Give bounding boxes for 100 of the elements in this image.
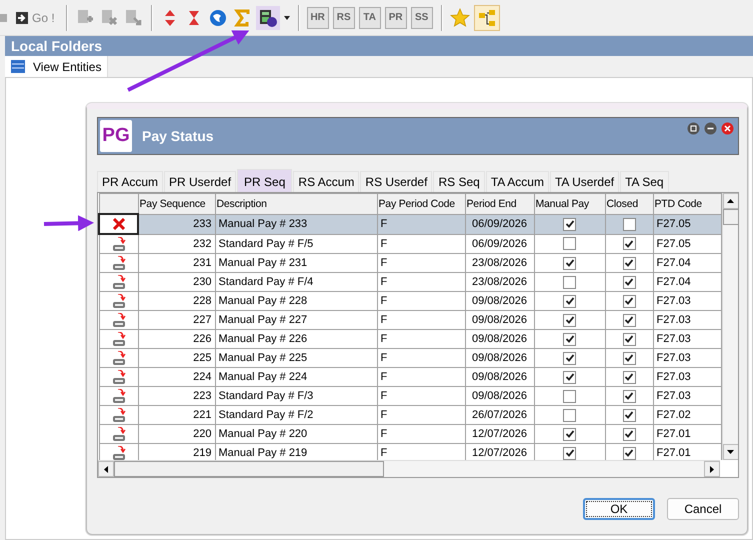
table-cell: 224 [138,368,215,386]
hierarchy-button[interactable] [474,4,500,30]
table-cell: 09/08/2026 [465,348,534,368]
table-cell: F27.03 [653,330,721,348]
row-indicator[interactable] [99,214,138,234]
tab[interactable]: TA Seq [620,171,669,192]
table-cell: F [377,234,465,254]
table-cell: 225 [138,348,215,368]
table-cell: F [377,214,465,234]
checkbox[interactable] [563,428,576,440]
table-cell: F [377,272,465,292]
scroll-left-icon[interactable] [104,466,108,472]
checkbox[interactable] [563,390,576,402]
column-header[interactable]: Period End [465,194,534,214]
checkbox[interactable] [563,218,576,230]
table-cell: F [377,292,465,310]
table-cell: F27.03 [653,368,721,386]
table-cell: 233 [138,214,215,234]
tab[interactable]: RS Userdef [360,171,432,192]
table-cell: 12/07/2026 [465,424,534,444]
checkbox[interactable] [622,332,636,346]
column-header[interactable]: PTD Code [653,194,721,214]
tab[interactable]: TA Accum [486,171,549,192]
checkbox[interactable] [563,352,576,364]
checkbox[interactable] [563,237,576,250]
checkbox[interactable] [622,352,636,364]
table-cell: 09/08/2026 [465,368,534,386]
checkbox[interactable] [622,428,636,440]
checkbox[interactable] [622,314,636,326]
checkbox[interactable] [622,408,636,422]
checkbox[interactable] [563,276,576,288]
table-cell: Manual Pay # 228 [215,292,377,310]
checkbox[interactable] [563,332,576,346]
globe-icon[interactable] [208,8,228,28]
column-header[interactable]: Closed [605,194,653,214]
table-cell: 232 [138,234,215,254]
restore-icon[interactable] [687,122,700,135]
checkbox[interactable] [622,390,636,402]
column-header[interactable]: Description [215,194,377,214]
table-cell: 09/08/2026 [465,386,534,406]
checkbox[interactable] [622,446,636,460]
checkbox[interactable] [622,218,636,230]
dropdown-caret-icon[interactable] [284,16,290,20]
table-cell: F27.04 [653,272,721,292]
dialog-title: Pay Status [142,128,215,144]
scroll-up-icon[interactable] [727,199,734,203]
row-indicator[interactable] [99,234,138,254]
checkbox[interactable] [563,446,576,460]
column-header[interactable]: Pay Period Code [377,194,465,214]
checkbox[interactable] [622,370,636,384]
table-cell: F27.02 [653,406,721,424]
scroll-down-icon[interactable] [727,450,734,454]
tab[interactable]: PR Accum [97,171,164,192]
table-cell: 09/08/2026 [465,292,534,310]
view-entities-tab[interactable]: View Entities [5,56,108,77]
column-header[interactable]: Pay Sequence [138,194,215,214]
column-header[interactable]: Manual Pay [534,194,605,214]
table-cell: 23/08/2026 [465,272,534,292]
checkbox[interactable] [563,370,576,384]
checkbox[interactable] [563,256,576,270]
table-cell: F [377,368,465,386]
annotation-arrow [44,215,94,232]
table-cell: F27.01 [653,424,721,444]
calculator-help-button[interactable] [256,6,280,30]
table-cell: 221 [138,406,215,424]
checkbox[interactable] [622,294,636,308]
checkbox[interactable] [622,256,636,270]
tab[interactable]: TA Userdef [550,171,620,192]
scroll-thumb[interactable] [114,461,384,477]
table-cell: Standard Pay # F/2 [215,406,377,424]
minimize-icon[interactable] [704,122,717,135]
table-cell: Standard Pay # F/5 [215,234,377,254]
table-cell: F27.03 [653,310,721,330]
cancel-button[interactable]: Cancel [667,498,739,520]
checkbox[interactable] [563,314,576,326]
tab[interactable]: PR Userdef [164,171,236,192]
table-cell: 226 [138,330,215,348]
scroll-thumb[interactable] [722,209,738,225]
star-icon[interactable] [450,8,470,28]
scroll-right-icon[interactable] [710,466,714,472]
table-cell: F27.05 [653,234,721,254]
table-cell: F [377,406,465,424]
table-cell: F [377,310,465,330]
table-cell: Manual Pay # 227 [215,310,377,330]
table-cell: 26/07/2026 [465,406,534,424]
checkbox[interactable] [563,294,576,308]
table-cell: 23/08/2026 [465,254,534,272]
table-cell: 09/08/2026 [465,330,534,348]
checkbox[interactable] [563,408,576,422]
ok-button[interactable]: OK [583,498,655,520]
checkbox[interactable] [622,276,636,288]
vertical-scrollbar[interactable] [722,193,738,460]
checkbox[interactable] [622,237,636,250]
tab[interactable]: PR Seq [237,169,292,192]
horizontal-scrollbar[interactable] [98,460,720,477]
tab[interactable]: RS Seq [433,171,485,192]
table-cell: 06/09/2026 [465,214,534,234]
tab[interactable]: RS Accum [293,171,360,192]
table-cell: F [377,348,465,368]
close-icon[interactable] [721,122,734,135]
